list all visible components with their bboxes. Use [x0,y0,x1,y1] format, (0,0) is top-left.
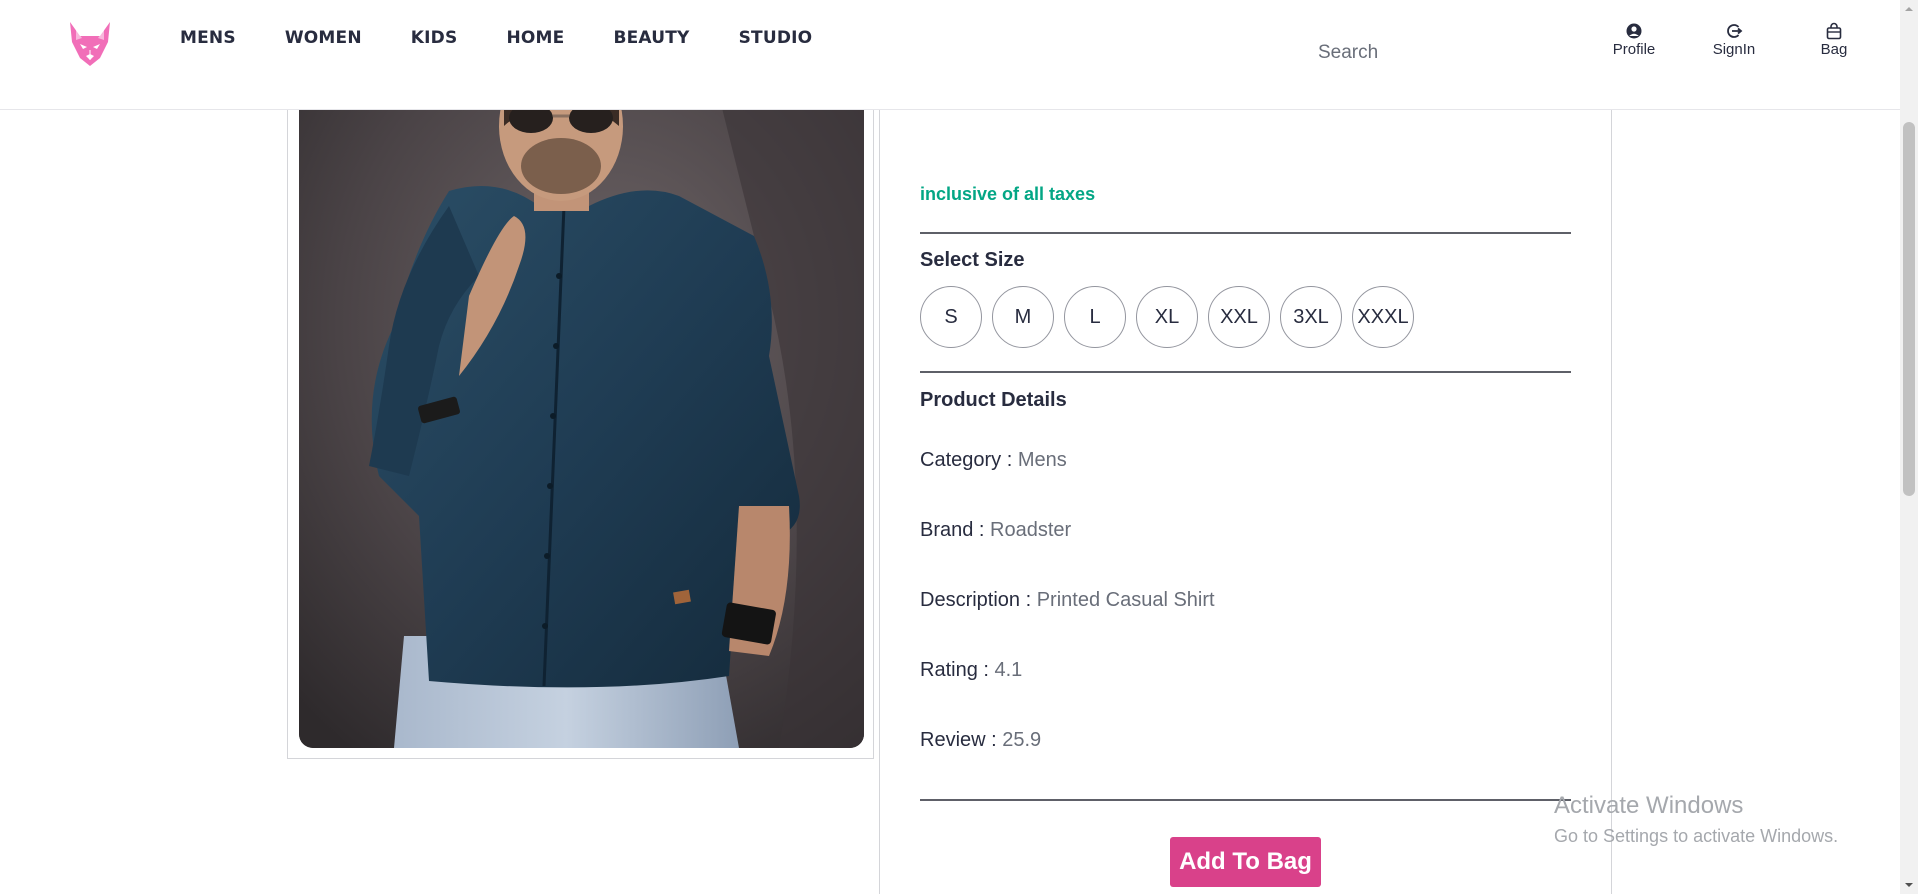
size-option-m[interactable]: M [992,286,1054,348]
size-option-s[interactable]: S [920,286,982,348]
detail-label: Category : [920,449,1018,471]
detail-label: Rating : [920,659,995,681]
size-option-3xl[interactable]: 3XL [1280,286,1342,348]
nav-item-home[interactable]: HOME [506,26,564,50]
divider [920,232,1571,234]
detail-value: Mens [1017,449,1067,471]
add-to-bag-button[interactable]: Add To Bag [1170,837,1321,887]
nav-item-women[interactable]: WOMEN [285,26,362,50]
select-size-title: Select Size [920,249,1025,271]
nav-item-studio[interactable]: STUDIO [739,26,813,50]
detail-value: Roadster [990,519,1072,541]
scrollbar-thumb[interactable] [1903,122,1915,496]
bag-icon [1826,22,1842,40]
activate-windows-title: Activate Windows [1554,792,1744,819]
user-icon [1626,23,1642,39]
sign-in-icon [1727,24,1743,38]
model-shirt-photo [299,96,864,748]
profile-label: Profile [1612,41,1656,58]
signin-button[interactable]: SignIn [1699,22,1769,58]
scroll-down-arrow-icon[interactable] [1904,880,1914,890]
detail-value: Printed Casual Shirt [1036,589,1215,611]
size-option-l[interactable]: L [1064,286,1126,348]
product-info-column [879,96,1612,894]
product-details-title: Product Details [920,389,1067,411]
divider [920,371,1571,373]
scroll-up-arrow-icon[interactable] [1904,4,1914,14]
detail-label: Brand : [920,519,991,541]
profile-button[interactable]: Profile [1599,22,1669,58]
product-image[interactable] [299,96,864,748]
taxes-note: inclusive of all taxes [920,184,1096,204]
detail-brand: Brand : Roadster [920,519,1071,542]
detail-review: Review : 25.9 [920,729,1041,752]
main-nav: MENS WOMEN KIDS HOME BEAUTY STUDIO [180,26,861,50]
fox-logo-icon[interactable] [66,20,114,68]
detail-rating: Rating : 4.1 [920,659,1022,682]
divider [920,799,1571,801]
detail-label: Description : [920,589,1037,611]
page: MENS WOMEN KIDS HOME BEAUTY STUDIO Profi… [0,0,1918,894]
bag-button[interactable]: Bag [1799,22,1869,58]
size-option-xxl[interactable]: XXL [1208,286,1270,348]
header: MENS WOMEN KIDS HOME BEAUTY STUDIO Profi… [0,0,1900,110]
size-option-xxxl[interactable]: XXXL [1352,286,1414,348]
bag-label: Bag [1820,41,1848,58]
size-option-xl[interactable]: XL [1136,286,1198,348]
signin-label: SignIn [1712,41,1756,58]
size-options: S M L XL XXL 3XL XXXL [920,286,1424,348]
detail-category: Category : Mens [920,449,1067,472]
detail-value: 25.9 [1002,729,1042,751]
activate-windows-subtitle: Go to Settings to activate Windows. [1554,826,1839,846]
nav-item-beauty[interactable]: BEAUTY [613,26,689,50]
search-input[interactable] [1318,38,1618,68]
nav-item-mens[interactable]: MENS [180,26,236,50]
detail-description: Description : Printed Casual Shirt [920,589,1215,612]
detail-value: 4.1 [994,659,1023,681]
detail-label: Review : [920,729,1003,751]
product-image-frame [287,96,874,759]
vertical-scrollbar[interactable] [1900,0,1918,894]
nav-item-kids[interactable]: KIDS [411,26,458,50]
